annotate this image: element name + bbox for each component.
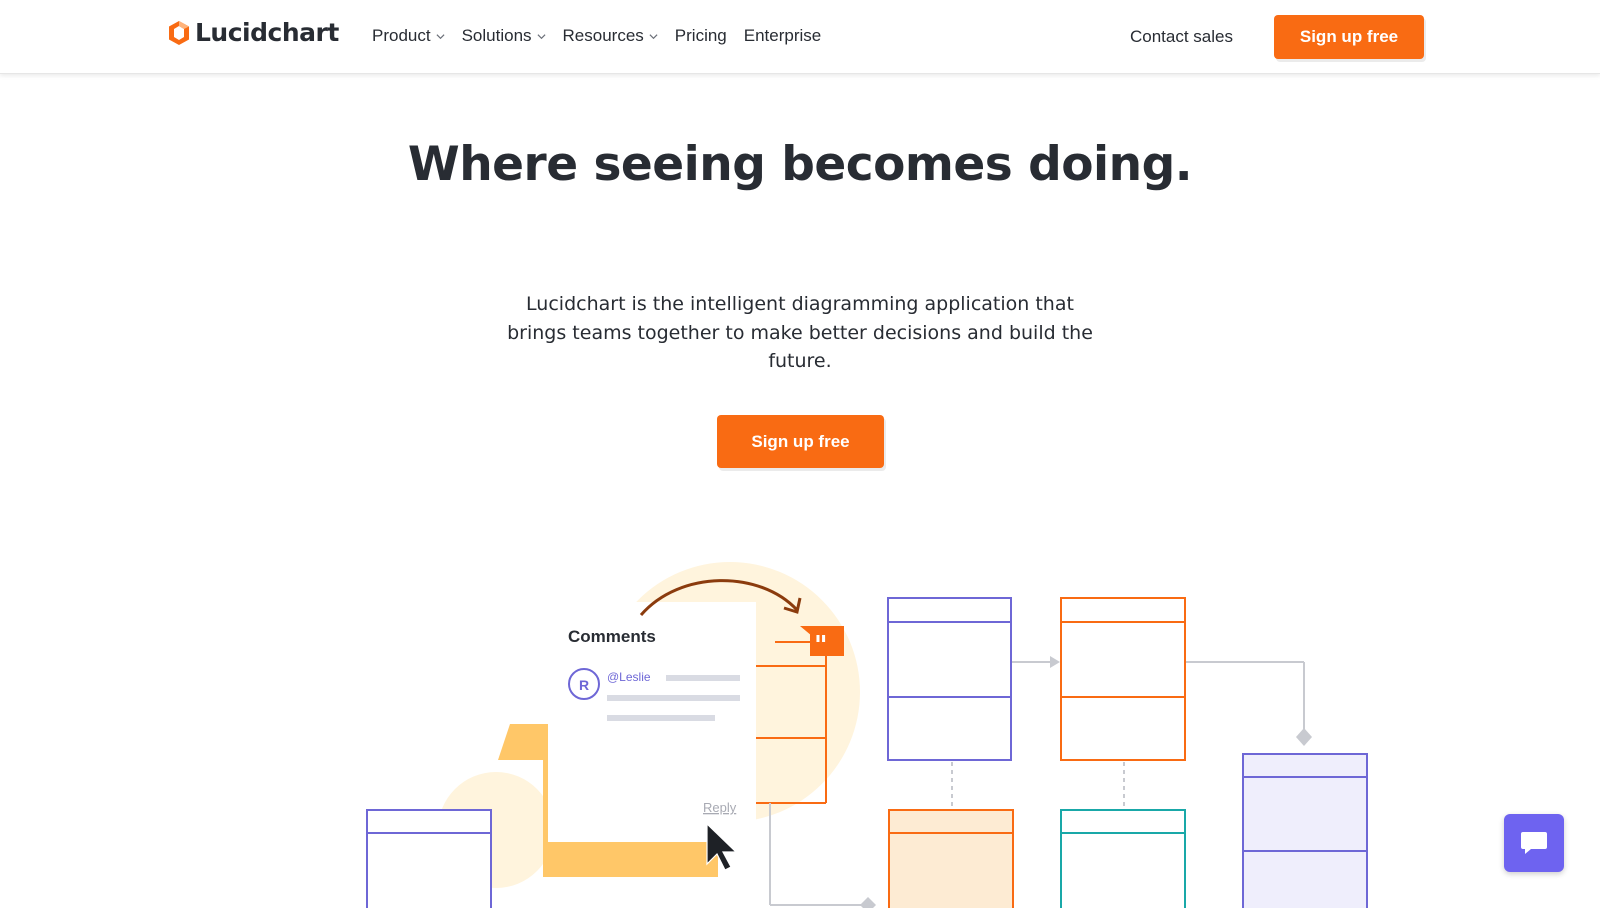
dashed-connectors xyxy=(951,762,1125,810)
nav-label: Resources xyxy=(562,26,644,45)
comment-line xyxy=(666,675,740,681)
reply-link: Reply xyxy=(703,800,737,815)
nav-product[interactable]: Product xyxy=(372,26,445,46)
quote-glyph: " xyxy=(814,631,828,661)
diagram-table-peach xyxy=(888,809,1014,908)
logo-text: Lucidchart xyxy=(195,18,339,47)
diamond-marker xyxy=(1296,728,1312,746)
diagram-table-lavender xyxy=(1242,753,1368,908)
signup-button-hero[interactable]: Sign up free xyxy=(717,415,884,468)
nav-resources[interactable]: Resources xyxy=(563,26,658,46)
chat-widget-button[interactable] xyxy=(1504,814,1564,872)
nav-label: Pricing xyxy=(674,26,727,45)
site-header: Lucidchart Product Solutions Resources P… xyxy=(0,0,1600,74)
chat-bubble-icon xyxy=(1521,832,1547,854)
chevron-down-icon xyxy=(436,33,445,39)
diagram-table-teal xyxy=(1060,809,1186,908)
nav-label: Enterprise xyxy=(743,26,822,45)
logo[interactable]: Lucidchart xyxy=(168,18,339,47)
signup-button-header[interactable]: Sign up free xyxy=(1274,15,1424,59)
nav-solutions[interactable]: Solutions xyxy=(462,26,546,46)
nav-enterprise[interactable]: Enterprise xyxy=(744,26,821,46)
arrow-head-gray xyxy=(1050,656,1060,668)
avatar-initial: R xyxy=(579,677,589,693)
nav-label: Product xyxy=(372,26,431,45)
nav-label: Solutions xyxy=(461,26,532,45)
comment-line xyxy=(607,715,715,721)
chevron-down-icon xyxy=(537,33,546,39)
comment-line xyxy=(607,695,740,701)
hero-subtitle: Lucidchart is the intelligent diagrammin… xyxy=(507,293,1093,372)
diagram-table-purple xyxy=(887,597,1012,761)
diagram-table-orange xyxy=(1060,597,1186,761)
comments-card: Comments R @Leslie Reply xyxy=(548,602,756,842)
hero-title: Where seeing becomes doing. xyxy=(407,137,1193,192)
contact-sales-link[interactable]: Contact sales xyxy=(1130,27,1233,47)
chevron-down-icon xyxy=(649,33,658,39)
lucid-logo-icon xyxy=(169,20,189,45)
diagram-table-left xyxy=(366,809,492,908)
mention-text: @Leslie xyxy=(607,670,651,684)
comments-title: Comments xyxy=(568,627,656,646)
diamond-marker xyxy=(860,897,876,908)
main-nav: Product Solutions Resources Pricing Ente… xyxy=(372,26,838,46)
hero-illustration: Comments R @Leslie Reply " xyxy=(366,562,1368,908)
nav-pricing[interactable]: Pricing xyxy=(675,26,727,46)
